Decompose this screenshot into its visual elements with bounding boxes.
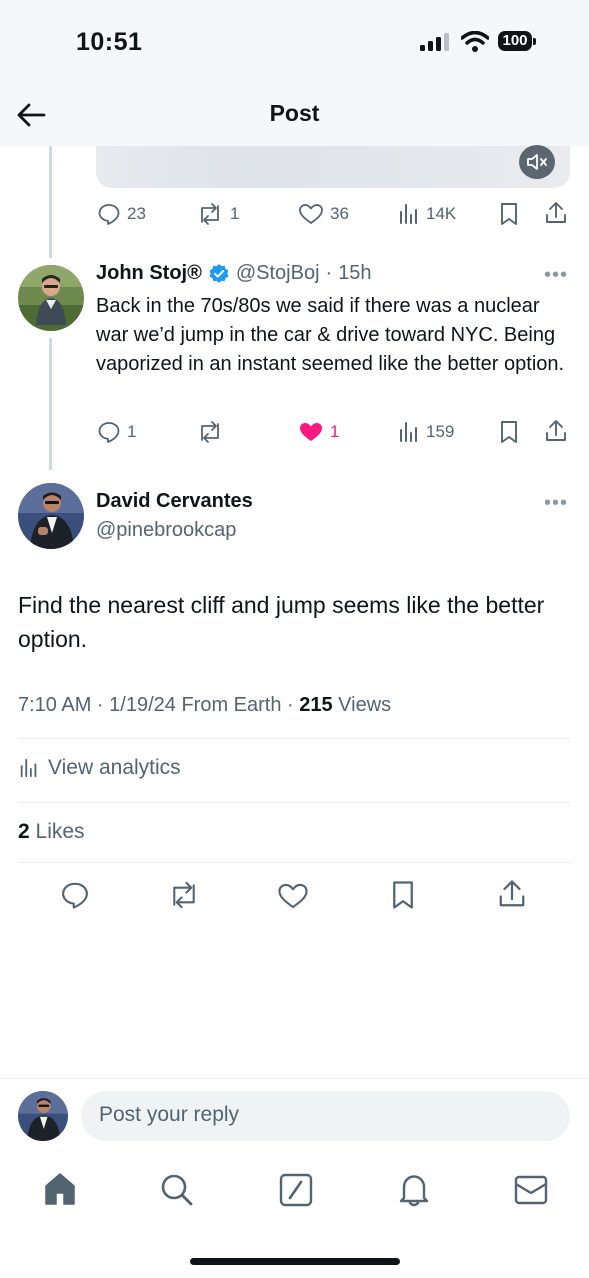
post-timestamp[interactable]: 7:10 AM · 1/19/24 From Earth ·	[18, 694, 299, 716]
views-count: 14K	[426, 204, 457, 223]
reply-icon[interactable]	[60, 880, 90, 910]
reply-action[interactable]: 1	[97, 420, 136, 444]
home-icon[interactable]	[44, 1172, 76, 1206]
author-handle[interactable]: @pinebrookcap	[96, 519, 236, 542]
bookmark-icon[interactable]	[389, 880, 417, 910]
more-options-icon[interactable]: •••	[544, 492, 568, 515]
wifi-icon	[461, 31, 489, 53]
mute-icon[interactable]	[519, 145, 555, 179]
post-text: Find the nearest cliff and jump seems li…	[18, 592, 545, 652]
bell-icon[interactable]	[398, 1172, 430, 1208]
avatar[interactable]	[18, 1091, 68, 1141]
repost-icon	[201, 203, 219, 225]
post-media[interactable]	[96, 146, 570, 188]
view-analytics-link[interactable]: View analytics	[18, 756, 181, 780]
repost-icon	[201, 421, 219, 443]
post-meta: 7:10 AM · 1/19/24 From Earth · 215 Views	[18, 694, 391, 717]
share-icon[interactable]	[544, 201, 568, 225]
status-bar: 10:51 100	[0, 0, 589, 90]
more-options-icon[interactable]: •••	[544, 264, 568, 287]
thread-line	[49, 146, 52, 258]
likes-summary[interactable]: 2 Likes	[18, 820, 85, 844]
battery-icon: 100	[498, 31, 538, 53]
divider	[18, 738, 571, 739]
thread-line	[49, 338, 52, 470]
mail-icon[interactable]	[514, 1175, 548, 1205]
verified-badge-icon	[209, 263, 229, 283]
reply-count: 23	[127, 204, 146, 223]
like-count: 36	[330, 204, 349, 223]
battery-level: 100	[498, 31, 532, 51]
bookmark-icon[interactable]	[498, 202, 520, 226]
author-name[interactable]: David Cervantes	[96, 490, 253, 513]
repost-count: 1	[230, 204, 240, 223]
like-count: 1	[330, 422, 340, 441]
share-icon[interactable]	[497, 879, 527, 909]
like-action[interactable]: 36	[298, 202, 349, 226]
separator: ·	[325, 262, 333, 284]
reply-post-header: John Stoj® @StojBoj · 15h	[96, 262, 372, 285]
status-time: 10:51	[76, 28, 143, 56]
post-time[interactable]: 15h	[338, 262, 371, 285]
like-icon	[299, 204, 323, 224]
avatar[interactable]	[18, 265, 84, 331]
views-action[interactable]: 159	[398, 420, 454, 444]
reply-input[interactable]: Post your reply	[81, 1091, 570, 1141]
cellular-signal-icon	[420, 33, 452, 51]
reply-icon	[98, 422, 120, 443]
reply-count: 1	[127, 422, 137, 441]
page-title: Post	[269, 100, 320, 126]
likes-count: 2	[18, 820, 30, 843]
views-icon	[400, 204, 417, 224]
divider	[0, 1078, 589, 1079]
reply-action[interactable]: 23	[97, 202, 146, 226]
battery-tip	[533, 38, 536, 45]
divider	[18, 862, 571, 863]
divider	[18, 802, 571, 803]
views-icon	[400, 422, 417, 442]
top-header: Post	[0, 88, 589, 146]
like-action[interactable]: 1	[298, 420, 339, 444]
author-name[interactable]: John Stoj®	[96, 262, 202, 285]
compose-icon[interactable]	[279, 1173, 313, 1207]
views-label: Views	[332, 694, 392, 716]
repost-action[interactable]: 1	[196, 202, 239, 226]
views-action[interactable]: 14K	[398, 202, 456, 226]
reply-placeholder: Post your reply	[99, 1103, 240, 1126]
analytics-icon	[20, 758, 37, 778]
likes-label: Likes	[29, 820, 85, 843]
author-handle[interactable]: @StojBoj	[236, 262, 320, 285]
repost-action[interactable]	[196, 420, 224, 444]
post-text: Back in the 70s/80s we said if there was…	[96, 295, 565, 375]
bookmark-icon[interactable]	[498, 420, 520, 444]
liked-heart-icon	[300, 423, 322, 441]
views-count: 215	[299, 694, 333, 716]
repost-icon[interactable]	[167, 880, 201, 910]
reply-icon	[98, 204, 120, 225]
share-icon[interactable]	[544, 419, 568, 443]
avatar[interactable]	[18, 483, 84, 549]
views-count: 159	[426, 422, 455, 441]
search-icon[interactable]	[160, 1173, 194, 1207]
view-analytics-label: View analytics	[48, 756, 181, 779]
home-indicator	[190, 1258, 400, 1265]
like-icon[interactable]	[277, 881, 309, 911]
